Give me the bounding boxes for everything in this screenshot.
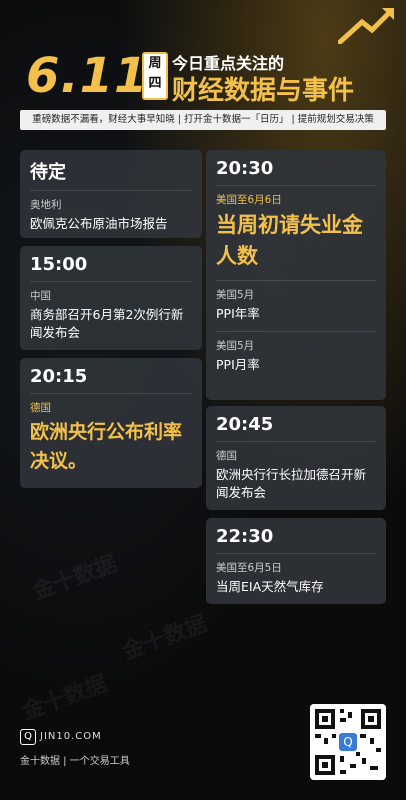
event-region: 美国至6月6日	[216, 194, 282, 206]
event-title: PPI年率	[216, 306, 260, 321]
event-title: 欧洲央行行长拉加德召开新闻发布会	[216, 467, 367, 500]
jin10-logo: Q	[20, 729, 36, 745]
event-region: 德国	[216, 450, 237, 462]
divider	[30, 190, 192, 191]
event-time: 20:30	[216, 158, 274, 179]
divider	[30, 393, 192, 394]
slogan-bar: 重磅数据不漏看，财经大事早知晓 | 打开金十数据一「日历」 | 提前规划交易决策	[20, 110, 386, 130]
event-region: 奥地利	[30, 199, 62, 211]
event-time: 20:45	[216, 414, 274, 435]
event-time: 15:00	[30, 254, 88, 275]
weekday-char-2: 四	[148, 76, 162, 91]
event-card: 20:30 美国至6月6日 当周初请失业金人数 美国5月 PPI年率 美国5月 …	[206, 150, 386, 400]
divider	[216, 280, 376, 281]
divider	[216, 185, 376, 186]
footer-tagline: 金十数据 | 一个交易工具	[20, 756, 130, 767]
event-region: 中国	[30, 290, 51, 302]
event-card: 待定 奥地利 欧佩克公布原油市场报告	[20, 150, 202, 238]
event-card: 22:30 美国至6月5日 当周EIA天然气库存	[206, 518, 386, 604]
event-title: PPI月率	[216, 357, 260, 372]
event-title: 当周初请失业金人数	[216, 213, 363, 268]
event-card: 20:15 德国 欧洲央行公布利率决议。	[20, 358, 202, 488]
weekday-badge: 周 四	[142, 52, 168, 100]
divider	[216, 553, 376, 554]
event-time: 20:15	[30, 366, 88, 387]
divider	[30, 281, 192, 282]
event-time: 22:30	[216, 526, 274, 547]
header-title: 财经数据与事件	[172, 76, 355, 106]
event-title: 欧佩克公布原油市场报告	[30, 216, 168, 231]
event-card: 20:45 德国 欧洲央行行长拉加德召开新闻发布会	[206, 406, 386, 510]
svg-text:Q: Q	[343, 735, 352, 749]
event-title: 当周EIA天然气库存	[216, 579, 324, 594]
event-title: 欧洲央行公布利率决议。	[30, 421, 183, 472]
weekday-char-1: 周	[148, 56, 162, 71]
event-region: 德国	[30, 402, 51, 414]
event-time: 待定	[30, 162, 66, 183]
event-card: 15:00 中国 商务部召开6月第2次例行新闻发布会	[20, 246, 202, 350]
event-region: 美国5月	[216, 289, 255, 301]
site-domain: JIN10.COM	[40, 731, 102, 742]
up-arrow-decoration	[338, 8, 394, 44]
qr-code[interactable]: Q	[310, 704, 386, 780]
event-title: 商务部召开6月第2次例行新闻发布会	[30, 307, 184, 340]
date: 6.11	[26, 48, 149, 104]
event-region: 美国至6月5日	[216, 562, 282, 574]
event-region: 美国5月	[216, 340, 255, 352]
divider	[216, 441, 376, 442]
divider	[216, 331, 376, 332]
